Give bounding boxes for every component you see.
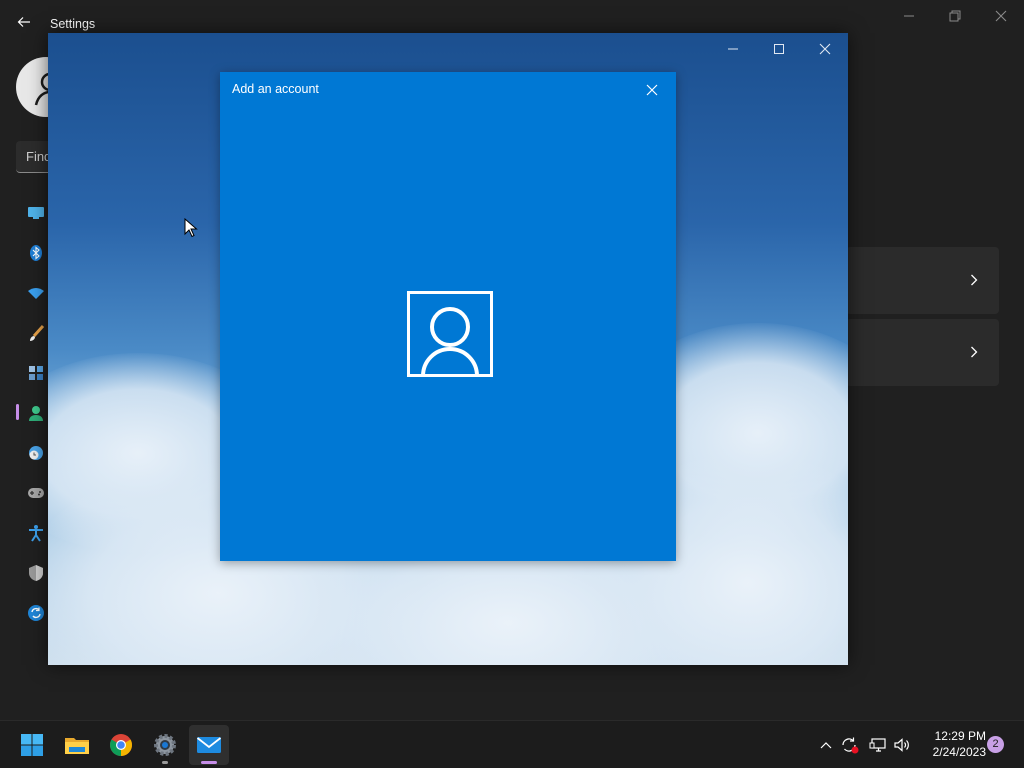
settings-title: Settings xyxy=(50,17,96,31)
settings-restore-button[interactable] xyxy=(932,4,978,28)
maximize-icon xyxy=(774,44,784,54)
back-arrow-icon xyxy=(17,17,30,27)
host-minimize-button[interactable] xyxy=(710,37,756,61)
taskbar-chrome[interactable] xyxy=(101,725,141,765)
dialog-close-button[interactable] xyxy=(640,80,664,100)
nav-selection-indicator xyxy=(16,404,19,420)
taskbar-clock[interactable]: 12:29 PM 2/24/2023 xyxy=(916,728,986,760)
apps-icon[interactable] xyxy=(26,363,46,383)
add-account-dialog: Add an account xyxy=(220,72,676,561)
volume-button[interactable] xyxy=(892,735,912,755)
personalization-icon[interactable] xyxy=(26,323,46,343)
accounts-icon[interactable] xyxy=(26,403,46,423)
clock-time: 12:29 PM xyxy=(934,729,986,743)
system-icon[interactable] xyxy=(26,203,46,223)
settings-card[interactable] xyxy=(846,247,999,314)
show-hidden-icons-button[interactable] xyxy=(816,735,836,755)
start-button[interactable] xyxy=(12,725,52,765)
chevron-up-icon xyxy=(820,742,832,749)
back-button[interactable] xyxy=(12,10,36,34)
network-icon[interactable] xyxy=(26,283,46,303)
accessibility-icon[interactable] xyxy=(26,523,46,543)
network-status-button[interactable] xyxy=(868,735,888,755)
bluetooth-icon[interactable] xyxy=(26,243,46,263)
chevron-right-icon xyxy=(967,344,981,360)
restore-icon xyxy=(949,10,961,22)
settings-minimize-button[interactable] xyxy=(886,4,932,28)
settings-close-button[interactable] xyxy=(978,4,1024,28)
sync-icon xyxy=(842,737,859,754)
host-close-button[interactable] xyxy=(802,37,848,61)
file-explorer-icon xyxy=(65,738,89,754)
settings-icon xyxy=(154,734,176,756)
windows-update-icon[interactable] xyxy=(26,603,46,623)
taskbar-file-explorer[interactable] xyxy=(57,725,97,765)
sync-status-button[interactable] xyxy=(840,735,860,755)
taskbar: 12:29 PM 2/24/2023 2 xyxy=(0,720,1024,768)
notification-badge[interactable]: 2 xyxy=(987,736,1004,753)
minimize-icon xyxy=(728,48,738,50)
privacy-icon[interactable] xyxy=(26,563,46,583)
gaming-icon[interactable] xyxy=(26,483,46,503)
taskbar-settings[interactable] xyxy=(145,725,185,765)
chrome-icon xyxy=(110,734,132,756)
volume-icon xyxy=(894,738,909,752)
ethernet-icon xyxy=(869,738,886,752)
running-indicator xyxy=(162,761,168,764)
close-icon xyxy=(646,84,658,96)
settings-card[interactable] xyxy=(846,319,999,386)
dialog-title: Add an account xyxy=(232,82,319,96)
mail-icon xyxy=(196,737,222,753)
mouse-cursor-icon xyxy=(184,218,198,238)
clock-date: 2/24/2023 xyxy=(932,745,986,759)
start-icon xyxy=(21,734,43,756)
taskbar-mail[interactable] xyxy=(189,725,229,765)
time-language-icon[interactable] xyxy=(26,443,46,463)
account-icon xyxy=(407,291,493,377)
chevron-right-icon xyxy=(967,272,981,288)
host-maximize-button[interactable] xyxy=(756,37,802,61)
close-icon xyxy=(995,10,1007,22)
active-indicator xyxy=(201,761,217,764)
close-icon xyxy=(819,43,831,55)
minimize-icon xyxy=(904,15,914,17)
